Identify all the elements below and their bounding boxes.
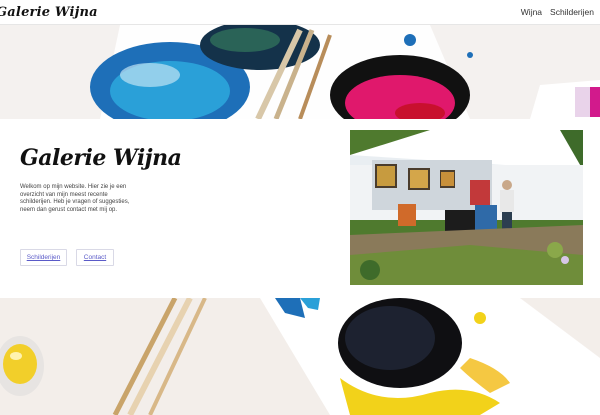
hero-background-bottom xyxy=(0,298,600,415)
hero-intro-text: Welkom op mijn website. Hier zie je een … xyxy=(20,184,130,213)
nav-link-wijna[interactable]: Wijna xyxy=(521,7,542,17)
brand-logo[interactable]: Galerie Wijna xyxy=(0,5,98,20)
contact-button[interactable]: Contact xyxy=(76,249,114,266)
nav-link-schilderijen[interactable]: Schilderijen xyxy=(550,7,594,17)
paint-palette-image xyxy=(0,25,600,119)
paint-canvas-image xyxy=(0,298,600,415)
hero-title: Galerie Wijna xyxy=(20,145,182,171)
gallery-tent-photo xyxy=(350,130,583,285)
main-nav: Wijna Schilderijen xyxy=(521,7,594,17)
tent-exhibition-image xyxy=(350,130,583,285)
top-navbar: Galerie Wijna Wijna Schilderijen xyxy=(0,0,600,25)
schilderijen-button[interactable]: Schilderijen xyxy=(20,249,67,266)
hero-background-top xyxy=(0,25,600,119)
